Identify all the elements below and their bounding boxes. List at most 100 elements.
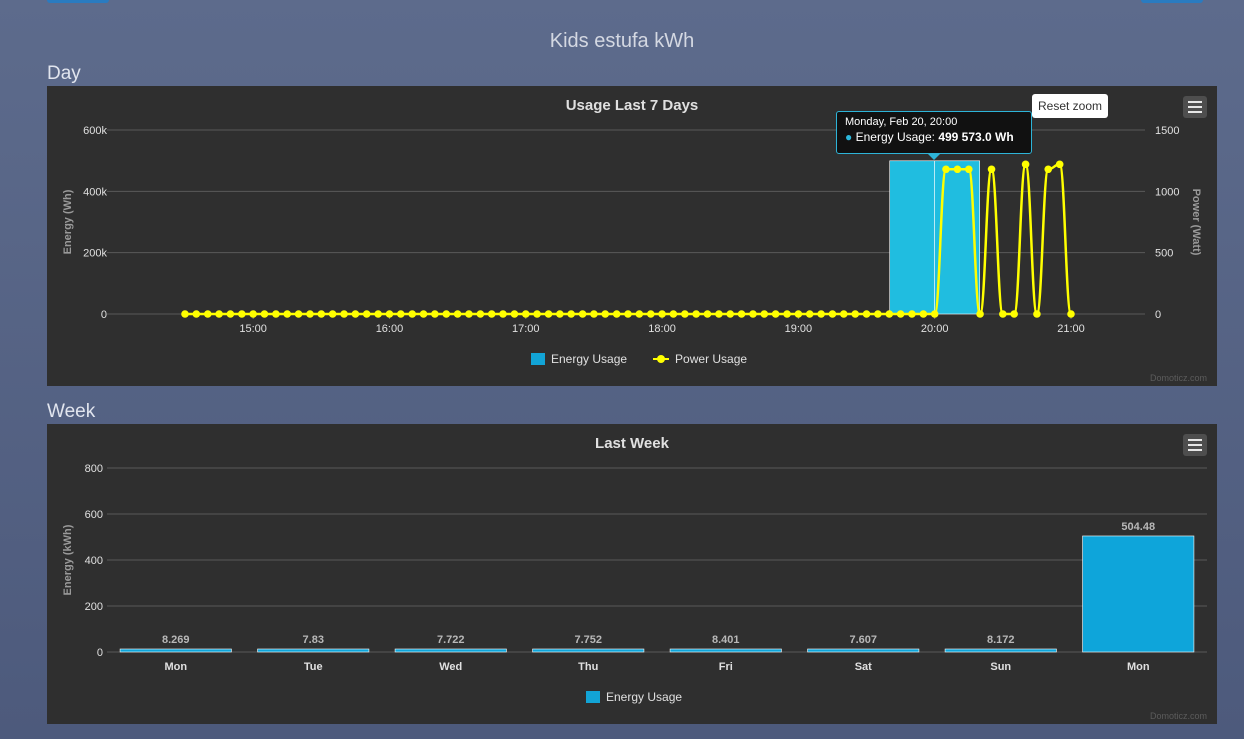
legend-energy-label[interactable]: Energy Usage <box>551 352 627 366</box>
day-y-axis-label: Energy (Wh) <box>62 189 74 254</box>
day-energy-bar-0 <box>889 160 935 315</box>
week-chart-title: Last Week <box>595 435 670 452</box>
week-chart-menu-button[interactable] <box>1183 434 1207 456</box>
day-power-point-73 <box>1010 310 1018 318</box>
day-power-point-28 <box>499 310 507 318</box>
day-power-point-71 <box>987 165 996 174</box>
day-power-point-74 <box>1021 160 1030 169</box>
day-y-tick: 0 <box>101 309 107 321</box>
day-power-point-2 <box>203 310 212 318</box>
day-power-point-68 <box>953 165 962 174</box>
day-power-point-69 <box>964 165 973 174</box>
day-power-point-26 <box>476 310 485 318</box>
top-left-button[interactable] <box>47 0 109 3</box>
day-power-point-60 <box>862 310 871 318</box>
day-power-point-58 <box>839 310 848 318</box>
week-bar-5 <box>807 648 920 653</box>
day-power-point-43 <box>669 310 678 318</box>
week-y-tick: 800 <box>85 463 103 475</box>
day-power-point-30 <box>521 310 530 318</box>
day-power-point-8 <box>272 310 280 318</box>
week-x-tick: Tue <box>304 661 323 673</box>
day-power-point-54 <box>794 310 803 318</box>
legend-energy-label[interactable]: Energy Usage <box>606 690 682 704</box>
top-right-button[interactable] <box>1141 0 1203 3</box>
day-y2-tick: 1000 <box>1155 186 1179 198</box>
day-power-point-10 <box>294 310 303 318</box>
day-power-point-46 <box>703 310 712 318</box>
tooltip-dot-icon: ● <box>845 130 853 144</box>
week-y-tick: 200 <box>85 601 103 613</box>
week-chart-panel: Last Week 0 200 400 600 800 Energy (kWh) 8.269 M… <box>47 424 1217 724</box>
legend-power-label[interactable]: Power Usage <box>675 352 747 366</box>
day-y2-axis-label: Power (Watt) <box>1190 189 1202 256</box>
day-x-tick: 21:00 <box>1057 323 1085 335</box>
day-power-point-44 <box>681 310 689 318</box>
day-x-tick: 19:00 <box>785 323 813 335</box>
day-power-point-25 <box>465 310 473 318</box>
week-y-axis-label: Energy (kWh) <box>62 524 74 595</box>
day-power-point-18 <box>385 310 394 318</box>
week-data-label-5: 7.607 <box>849 634 877 646</box>
week-x-tick: Thu <box>578 661 598 673</box>
day-y-tick: 600k <box>83 125 107 137</box>
day-power-point-15 <box>351 310 360 318</box>
day-y2-tick: 0 <box>1155 309 1161 321</box>
day-legend: Energy Usage Power Usage <box>531 352 747 366</box>
day-power-point-52 <box>771 310 780 318</box>
day-power-point-37 <box>601 310 610 318</box>
week-chart: Last Week 0 200 400 600 800 Energy (kWh) 8.269 M… <box>62 435 1207 673</box>
week-data-label-2: 7.722 <box>437 634 465 646</box>
week-section-label: Week <box>47 401 96 422</box>
day-y2-tick: 500 <box>1155 248 1173 260</box>
week-bar-4 <box>669 648 782 653</box>
day-power-point-32 <box>544 310 553 318</box>
day-chart: Usage Last 7 Days 0 200k 400k 600k 0 500 1000 15… <box>62 97 1202 335</box>
day-power-point-19 <box>396 310 405 318</box>
day-power-point-70 <box>976 310 984 318</box>
day-power-point-62 <box>885 310 894 318</box>
day-chart-menu-button[interactable] <box>1183 96 1207 118</box>
day-power-point-77 <box>1055 160 1064 169</box>
day-power-point-4 <box>226 310 235 318</box>
week-data-label-6: 8.172 <box>987 634 1015 646</box>
day-power-point-9 <box>283 310 292 318</box>
week-x-tick: Mon <box>1127 661 1150 673</box>
day-y-tick: 400k <box>83 186 107 198</box>
day-power-point-41 <box>646 310 655 318</box>
day-power-point-35 <box>578 310 587 318</box>
week-x-tick: Sun <box>990 661 1011 673</box>
week-x-tick: Mon <box>164 661 187 673</box>
week-data-label-4: 8.401 <box>712 634 740 646</box>
day-chart-panel: Usage Last 7 Days 0 200k 400k 600k 0 500 1000 15… <box>47 86 1217 386</box>
week-bar-1 <box>257 648 370 653</box>
day-power-point-36 <box>590 310 598 318</box>
legend-energy-swatch <box>531 353 545 365</box>
day-power-point-13 <box>328 310 337 318</box>
page-title: Kids estufa kWh <box>549 30 695 52</box>
day-power-point-6 <box>249 310 257 318</box>
reset-zoom-button[interactable]: Reset zoom <box>1032 94 1108 118</box>
week-bar-7 <box>1082 535 1195 653</box>
day-credit[interactable]: Domoticz.com <box>1150 373 1207 383</box>
week-bar-0 <box>119 648 232 653</box>
day-power-point-14 <box>340 310 348 318</box>
week-data-label-3: 7.752 <box>574 634 602 646</box>
week-y-tick: 400 <box>85 555 103 567</box>
week-data-label-7: 504.48 <box>1121 521 1155 533</box>
week-bar-3 <box>532 648 645 653</box>
day-power-point-29 <box>510 310 519 318</box>
day-power-point-3 <box>215 310 223 318</box>
day-power-point-50 <box>749 310 757 318</box>
day-power-point-21 <box>419 310 428 318</box>
week-x-tick: Fri <box>719 661 733 673</box>
day-power-point-5 <box>238 310 246 318</box>
day-power-point-34 <box>567 310 575 318</box>
day-power-point-31 <box>533 310 541 318</box>
day-power-point-64 <box>908 310 916 318</box>
hamburger-menu-icon <box>1188 101 1202 103</box>
day-power-point-17 <box>374 310 382 318</box>
chart-tooltip: Monday, Feb 20, 20:00 ● Energy Usage: 49… <box>836 111 1032 160</box>
week-credit[interactable]: Domoticz.com <box>1150 711 1207 721</box>
day-x-tick: 16:00 <box>376 323 404 335</box>
